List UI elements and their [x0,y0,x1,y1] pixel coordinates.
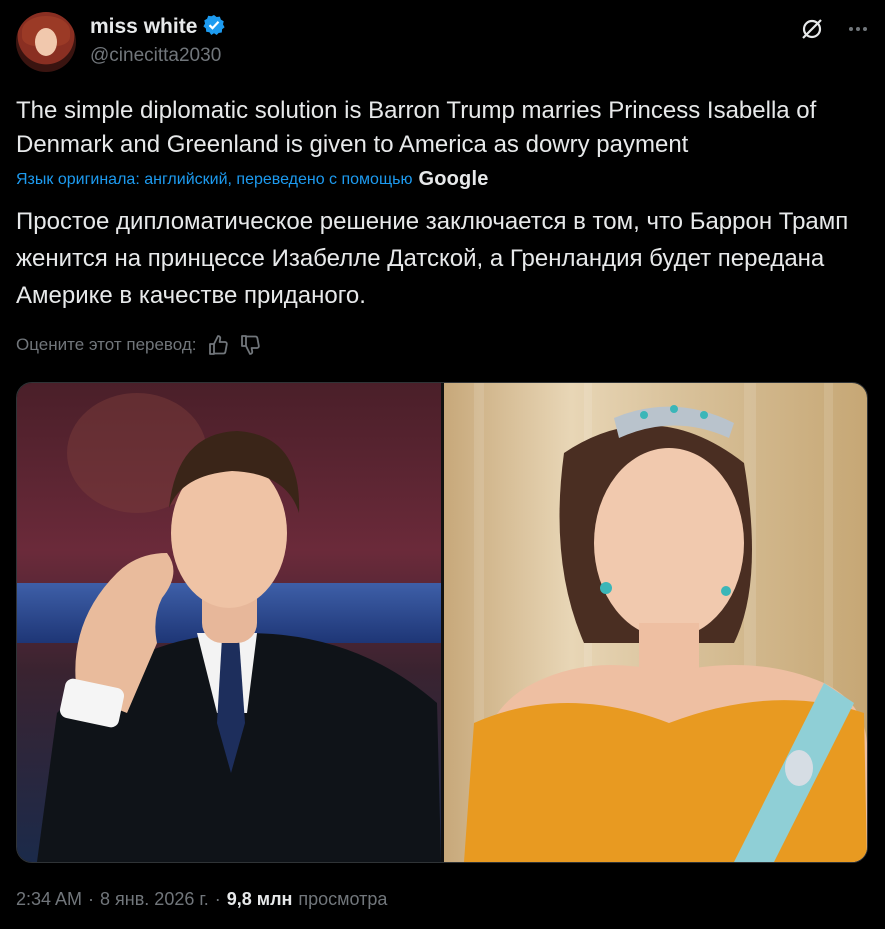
rate-prompt: Оцените этот перевод: [16,335,197,354]
meta-separator: · [88,889,95,909]
translation-note: Язык оригинала: английский, переведено с… [16,168,489,191]
media-photo-left[interactable] [17,383,441,862]
tweet-media [16,382,868,863]
translation-note-text[interactable]: Язык оригинала: английский, переведено с… [16,171,412,189]
tweet-header: miss white @cinecitta2030 [16,12,869,74]
rate-translation: Оцените этот перевод: [16,334,261,356]
grok-icon[interactable] [799,16,825,42]
views-label: просмотра [298,889,388,909]
tweet-original-text: The simple diplomatic solution is Barron… [16,97,817,158]
more-icon[interactable] [847,16,869,42]
tweet-meta: 2:34 AM · 8 янв. 2026 г. · 9,8 млн просм… [16,889,387,910]
verified-badge-icon [203,14,225,41]
author-display-name[interactable]: miss white [90,15,197,39]
thumbs-down-icon[interactable] [239,334,261,356]
views-count: 9,8 млн [226,889,293,909]
author-name-row: miss white [90,14,225,40]
author-avatar[interactable] [16,12,76,72]
tweet-time[interactable]: 2:34 AM [16,889,82,910]
tweet-translated-text: Простое дипломатическое решение заключае… [16,208,849,309]
google-logo: Google [418,168,489,190]
author-handle[interactable]: @cinecitta2030 [90,45,221,67]
media-photo-right[interactable] [444,383,867,862]
tweet-date[interactable]: 8 янв. 2026 г. [100,889,209,910]
meta-separator: · [214,889,221,909]
header-actions [799,16,869,42]
thumbs-up-icon[interactable] [207,334,229,356]
